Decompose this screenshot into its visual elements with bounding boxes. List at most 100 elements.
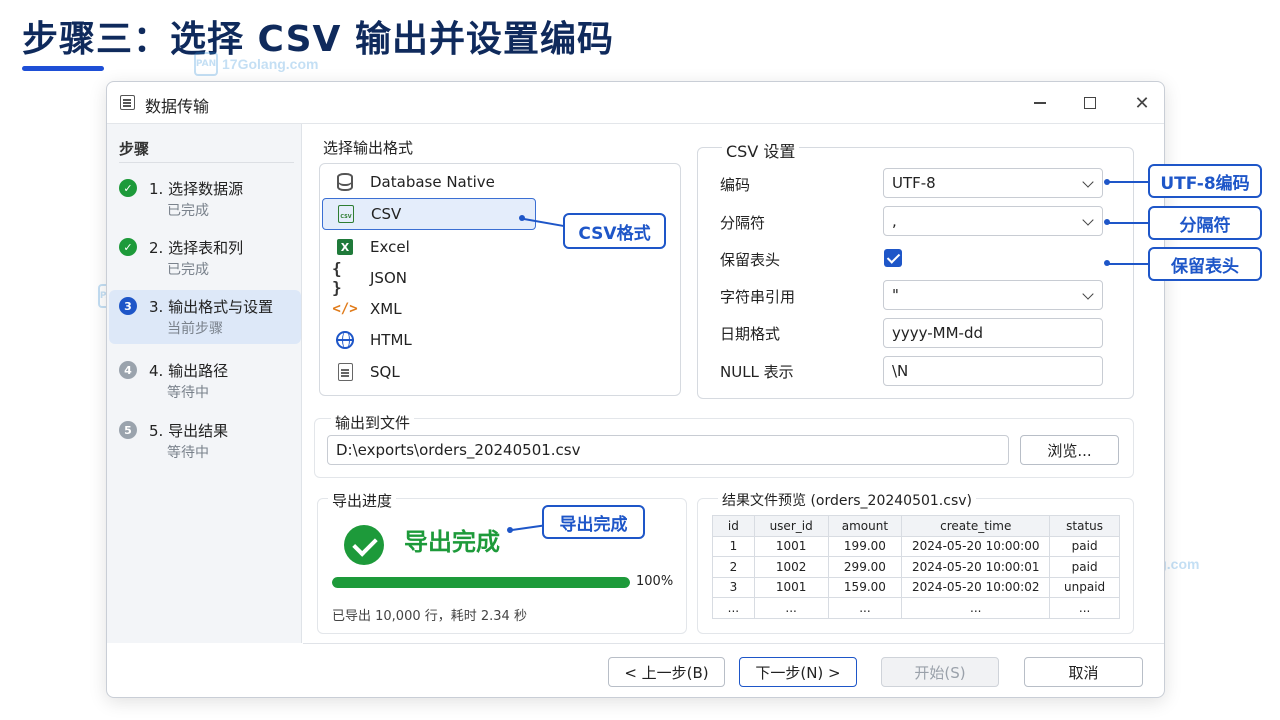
- format-item-label: Excel: [370, 238, 410, 256]
- table-cell: 2024-05-20 10:00:00: [901, 535, 1051, 557]
- title-underline: [22, 66, 104, 71]
- table-cell: 2: [712, 556, 755, 578]
- check-circle-icon: ✓: [119, 238, 137, 256]
- date-format-field[interactable]: yyyy-MM-dd: [883, 318, 1103, 348]
- format-list: Database Native CSV CSV X Excel { } JSON…: [319, 163, 681, 396]
- maximize-icon[interactable]: [1077, 90, 1103, 116]
- progress-percent: 100%: [636, 574, 674, 589]
- database-icon: [332, 173, 358, 191]
- quote-label: 字符串引用: [720, 288, 796, 306]
- csv-settings-title: CSV 设置: [722, 138, 800, 162]
- progress-bar: [332, 577, 630, 588]
- json-braces-icon: { }: [332, 259, 342, 297]
- column-header: id: [712, 515, 755, 537]
- table-cell: 1: [712, 535, 755, 557]
- step-4[interactable]: 4 4. 输出路径 等待中: [109, 354, 301, 408]
- titlebar: 数据传输 ✕: [107, 82, 1164, 124]
- table-cell: unpaid: [1049, 576, 1120, 598]
- next-button[interactable]: 下一步(N) >: [739, 657, 857, 687]
- prev-button[interactable]: < 上一步(B): [608, 657, 725, 687]
- callout-delimiter: 分隔符: [1148, 206, 1262, 240]
- dialog-footer: < 上一步(B) 下一步(N) > 开始(S) 取消: [303, 643, 1164, 697]
- table-row: 1 1001 199.00 2024-05-20 10:00:00 paid: [712, 535, 1120, 557]
- callout-keep-header: 保留表头: [1148, 247, 1262, 281]
- step-status: 当前步骤: [167, 321, 223, 337]
- step-5[interactable]: 5 5. 导出结果 等待中: [109, 414, 301, 468]
- step-1[interactable]: ✓ 1. 选择数据源 已完成: [109, 172, 301, 226]
- table-cell: paid: [1049, 556, 1120, 578]
- encoding-select[interactable]: UTF-8: [883, 168, 1103, 198]
- table-cell: 159.00: [827, 576, 903, 598]
- callout-export-done: 导出完成: [542, 505, 645, 539]
- step-number-badge: 3: [119, 297, 137, 315]
- table-cell: 2024-05-20 10:00:02: [901, 576, 1051, 598]
- quote-select[interactable]: ": [883, 280, 1103, 310]
- table-row: 3 1001 159.00 2024-05-20 10:00:02 unpaid: [712, 576, 1120, 598]
- close-icon[interactable]: ✕: [1129, 90, 1155, 116]
- quote-value: ": [892, 286, 899, 304]
- progress-fill: [332, 577, 630, 588]
- page-title: 步骤三：选择 CSV 输出并设置编码: [22, 19, 614, 60]
- step-status: 已完成: [167, 203, 209, 219]
- callout-leader: [1109, 181, 1149, 183]
- output-path-field[interactable]: D:\exports\orders_20240501.csv: [327, 435, 1009, 465]
- step-label: 2. 选择表和列: [149, 239, 244, 257]
- csv-file-icon: CSV: [333, 205, 359, 223]
- table-cell: ...: [827, 597, 903, 619]
- format-item-label: CSV: [371, 205, 402, 223]
- output-file-panel: 输出到文件 D:\exports\orders_20240501.csv 浏览.…: [314, 412, 1134, 478]
- encoding-label: 编码: [720, 176, 751, 194]
- preview-panel: 结果文件预览 (orders_20240501.csv) id user_id …: [697, 490, 1134, 634]
- format-item-label: SQL: [370, 363, 400, 381]
- step-status: 等待中: [167, 445, 209, 461]
- date-format-label: 日期格式: [720, 325, 781, 343]
- table-cell: ...: [1049, 597, 1120, 619]
- minimize-icon[interactable]: [1027, 90, 1053, 116]
- null-field[interactable]: \N: [883, 356, 1103, 386]
- format-item-sql[interactable]: SQL: [322, 356, 536, 388]
- table-cell: ...: [712, 597, 755, 619]
- format-item-label: JSON: [370, 269, 407, 287]
- step-status: 已完成: [167, 262, 209, 278]
- step-label: 4. 输出路径: [149, 362, 229, 380]
- table-window-icon: [120, 95, 135, 110]
- delimiter-select[interactable]: ,: [883, 206, 1103, 236]
- step-status: 等待中: [167, 385, 209, 401]
- format-item-xml[interactable]: </> XML: [322, 293, 536, 325]
- format-item-label: Database Native: [370, 173, 495, 191]
- header-checkbox[interactable]: [884, 249, 902, 267]
- globe-icon: [332, 331, 358, 349]
- cancel-button[interactable]: 取消: [1024, 657, 1143, 687]
- excel-icon: X: [332, 239, 358, 255]
- format-item-label: HTML: [370, 331, 412, 349]
- step-2[interactable]: ✓ 2. 选择表和列 已完成: [109, 231, 301, 285]
- table-cell: ...: [753, 597, 829, 619]
- chevron-down-icon: [1082, 214, 1094, 226]
- window-title: 数据传输: [145, 97, 210, 116]
- step-number-badge: 4: [119, 361, 137, 379]
- format-item-html[interactable]: HTML: [322, 324, 536, 356]
- table-cell: 1002: [753, 556, 829, 578]
- callout-utf8-encoding: UTF-8编码: [1148, 164, 1262, 198]
- start-button[interactable]: 开始(S): [881, 657, 999, 687]
- step-number-badge: 5: [119, 421, 137, 439]
- format-item-json[interactable]: { } JSON: [322, 259, 536, 297]
- encoding-value: UTF-8: [892, 174, 936, 192]
- table-cell: 299.00: [827, 556, 903, 578]
- callout-csv-format: CSV格式: [563, 213, 666, 249]
- divider: [119, 162, 294, 163]
- column-header: user_id: [753, 515, 829, 537]
- chevron-down-icon: [1082, 176, 1094, 188]
- table-cell: 199.00: [827, 535, 903, 557]
- format-item-label: XML: [370, 300, 402, 318]
- column-header: status: [1049, 515, 1120, 537]
- data-transfer-dialog: 数据传输 ✕ 步骤 ✓ 1. 选择数据源 已完成 ✓ 2. 选择表和列 已完成 …: [106, 81, 1165, 698]
- sql-file-icon: [332, 363, 358, 381]
- browse-button[interactable]: 浏览...: [1020, 435, 1119, 465]
- format-item-csv[interactable]: CSV CSV: [322, 198, 536, 230]
- csv-settings-panel: CSV 设置 编码 UTF-8 分隔符 , 保留表头 字符串引用 " 日期格式 …: [697, 138, 1134, 399]
- step-3[interactable]: 3 3. 输出格式与设置 当前步骤: [109, 290, 301, 344]
- steps-title: 步骤: [119, 140, 150, 158]
- format-item-database-native[interactable]: Database Native: [322, 166, 536, 198]
- table-cell: 1001: [753, 576, 829, 598]
